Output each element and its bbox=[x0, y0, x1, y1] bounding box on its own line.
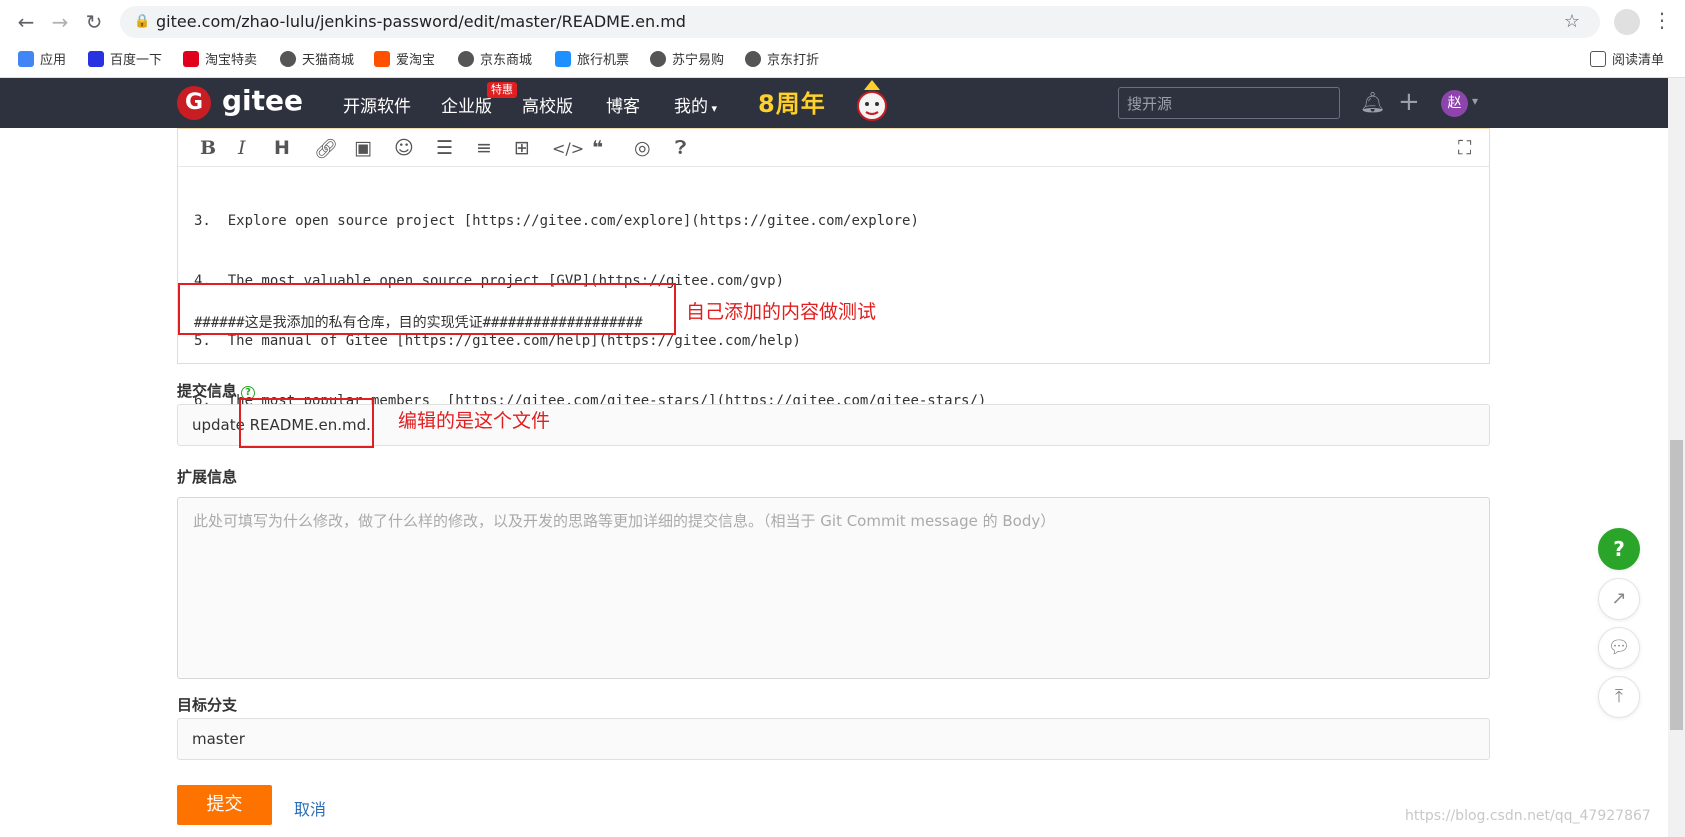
baidu-icon bbox=[88, 51, 104, 67]
bookmark-jd-discount[interactable]: 京东打折 bbox=[745, 50, 819, 72]
chevron-down-icon: ▾ bbox=[708, 102, 718, 115]
branch-input[interactable]: master bbox=[177, 718, 1490, 760]
bookmark-label: 天猫商城 bbox=[302, 53, 355, 68]
commit-label-text: 提交信息 bbox=[177, 382, 238, 400]
nav-education[interactable]: 高校版 bbox=[522, 92, 573, 117]
bookmark-label: 苏宁易购 bbox=[672, 53, 725, 68]
preview-eye-icon[interactable]: ◎ bbox=[634, 137, 651, 159]
nav-open-source[interactable]: 开源软件 bbox=[343, 92, 411, 117]
reading-list-icon bbox=[1590, 51, 1606, 67]
bookmark-jd[interactable]: 京东商城 bbox=[458, 50, 532, 72]
browser-menu-icon[interactable]: ⋮ bbox=[1652, 8, 1672, 32]
bookmark-apps[interactable]: 应用 bbox=[18, 50, 66, 72]
travel-icon bbox=[555, 51, 571, 67]
lock-icon: 🔒 bbox=[134, 14, 151, 29]
gitee-logo-text[interactable]: gitee bbox=[222, 84, 303, 117]
bookmark-baidu[interactable]: 百度一下 bbox=[88, 50, 162, 72]
bookmark-label: 爱淘宝 bbox=[396, 53, 436, 68]
editor-toolbar: B I H 🔗︎ ▣ ☺ ☰ ≡ ⊞ </> ❝ ◎ ❓︎ ⛶ bbox=[178, 129, 1489, 167]
annotation-box-content bbox=[178, 283, 676, 335]
bookmark-aitaobao[interactable]: 爱淘宝 bbox=[374, 50, 435, 72]
bookmark-star-icon[interactable]: ☆ bbox=[1564, 11, 1580, 32]
bookmark-tmall[interactable]: 天猫商城 bbox=[280, 50, 354, 72]
back-icon[interactable]: ← bbox=[14, 10, 38, 34]
forward-icon[interactable]: → bbox=[48, 10, 72, 34]
bell-icon[interactable]: 🔔︎ bbox=[1360, 90, 1385, 114]
apps-icon bbox=[18, 51, 34, 67]
search-input[interactable]: 搜开源 bbox=[1118, 87, 1340, 119]
nav-mine[interactable]: 我的 ▾ bbox=[674, 92, 717, 117]
extended-label: 扩展信息 bbox=[177, 468, 238, 486]
bookmarks-bar: 应用 百度一下 淘宝特卖 天猫商城 爱淘宝 京东商城 旅行机票 苏宁易购 京东打… bbox=[0, 44, 1685, 78]
tmall-icon bbox=[183, 51, 199, 67]
bookmark-label: 淘宝特卖 bbox=[205, 53, 258, 68]
bookmark-travel[interactable]: 旅行机票 bbox=[555, 50, 629, 72]
code-icon[interactable]: </> bbox=[552, 139, 584, 158]
reading-list-label: 阅读清单 bbox=[1612, 53, 1665, 68]
bookmark-suning[interactable]: 苏宁易购 bbox=[650, 50, 724, 72]
nav-mine-label: 我的 bbox=[674, 97, 708, 117]
globe-icon bbox=[280, 51, 296, 67]
avatar[interactable]: 赵 bbox=[1441, 90, 1468, 117]
nav-enterprise[interactable]: 企业版 bbox=[441, 92, 492, 117]
mascot-icon bbox=[857, 80, 887, 121]
globe-icon bbox=[650, 51, 666, 67]
bookmark-label: 京东商城 bbox=[480, 53, 533, 68]
bold-icon[interactable]: B bbox=[200, 137, 216, 159]
numbered-list-icon[interactable]: ≡ bbox=[476, 137, 492, 159]
promo-badge: 特惠 bbox=[487, 82, 517, 98]
scrollbar-thumb[interactable] bbox=[1670, 440, 1683, 730]
url-text: gitee.com/zhao-lulu/jenkins-password/edi… bbox=[156, 12, 686, 31]
share-icon[interactable]: ↗ bbox=[1598, 578, 1640, 620]
bookmark-label: 旅行机票 bbox=[577, 53, 630, 68]
bookmark-label: 应用 bbox=[40, 53, 67, 68]
reading-list[interactable]: 阅读清单 bbox=[1590, 50, 1664, 72]
emoji-icon[interactable]: ☺ bbox=[394, 137, 414, 159]
chevron-down-icon[interactable]: ▾ bbox=[1472, 94, 1478, 108]
address-bar[interactable]: 🔒 gitee.com/zhao-lulu/jenkins-password/e… bbox=[120, 6, 1600, 38]
aitaobao-icon bbox=[374, 51, 390, 67]
annotation-box-file bbox=[239, 398, 374, 448]
annotation-edited-file: 编辑的是这个文件 bbox=[398, 410, 551, 432]
feedback-icon[interactable]: 💬︎ bbox=[1598, 627, 1640, 669]
reload-icon[interactable]: ↻ bbox=[82, 10, 106, 34]
cancel-link[interactable]: 取消 bbox=[294, 796, 326, 820]
watermark: https://blog.csdn.net/qq_47927867 bbox=[1405, 808, 1651, 824]
extended-message-textarea[interactable]: 此处可填写为什么修改，做了什么样的修改，以及开发的思路等更加详细的提交信息。（相… bbox=[177, 497, 1490, 679]
link-icon[interactable]: 🔗︎ bbox=[314, 137, 338, 160]
add-icon[interactable]: + bbox=[1398, 87, 1420, 117]
help-fab[interactable]: ? bbox=[1598, 528, 1640, 570]
image-icon[interactable]: ▣ bbox=[354, 137, 372, 159]
annotation-custom-content: 自己添加的内容做测试 bbox=[686, 301, 877, 323]
help-icon[interactable]: ❓︎ bbox=[675, 137, 686, 159]
bookmark-taobao[interactable]: 淘宝特卖 bbox=[183, 50, 257, 72]
anniversary-banner[interactable]: 8周年 bbox=[758, 84, 826, 119]
gitee-header: G gitee 开源软件 企业版 特惠 高校版 博客 我的 ▾ 8周年 搜开源 … bbox=[0, 78, 1685, 128]
quote-icon[interactable]: ❝ bbox=[592, 137, 603, 159]
italic-icon[interactable]: I bbox=[238, 137, 246, 159]
nav-blog[interactable]: 博客 bbox=[606, 92, 640, 117]
table-icon[interactable]: ⊞ bbox=[514, 137, 530, 159]
heading-icon[interactable]: H bbox=[274, 137, 290, 159]
globe-icon bbox=[745, 51, 761, 67]
back-to-top-icon[interactable]: ⤒ bbox=[1598, 676, 1640, 718]
gitee-logo-icon[interactable]: G bbox=[177, 86, 211, 120]
browser-profile-icon[interactable] bbox=[1614, 9, 1640, 35]
submit-button[interactable]: 提交 bbox=[177, 785, 272, 825]
bookmark-label: 百度一下 bbox=[110, 53, 163, 68]
editor-line: 3. Explore open source project [https://… bbox=[194, 213, 919, 229]
bookmark-label: 京东打折 bbox=[767, 53, 820, 68]
browser-toolbar: ← → ↻ 🔒 gitee.com/zhao-lulu/jenkins-pass… bbox=[0, 0, 1685, 44]
globe-icon bbox=[458, 51, 474, 67]
bullet-list-icon[interactable]: ☰ bbox=[436, 137, 453, 159]
branch-label: 目标分支 bbox=[177, 696, 238, 714]
fullscreen-icon[interactable]: ⛶ bbox=[1458, 137, 1471, 159]
